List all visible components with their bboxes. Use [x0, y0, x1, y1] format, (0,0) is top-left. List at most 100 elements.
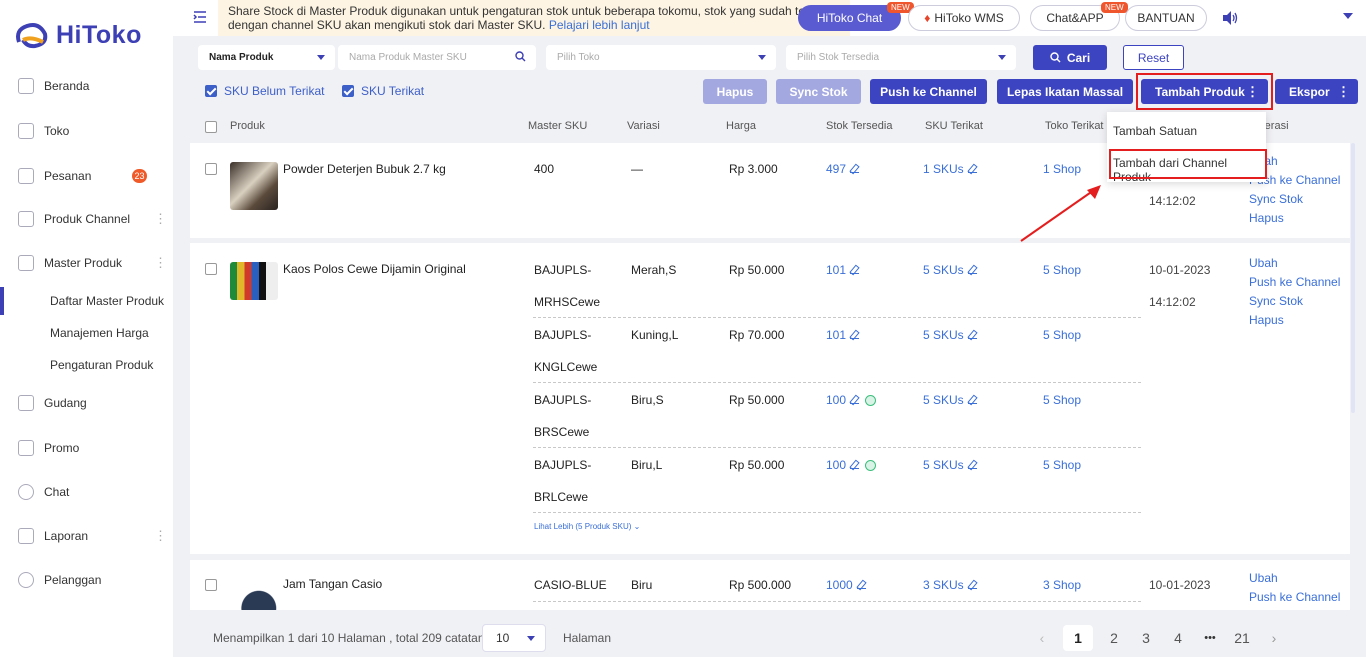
stok-tersedia[interactable]: 101 — [826, 328, 860, 342]
product-name[interactable]: Jam Tangan Casio — [283, 577, 382, 591]
sync-icon[interactable] — [865, 395, 877, 407]
lihat-lebih-link[interactable]: Lihat Lebih (5 Produk SKU) ⌄ — [534, 522, 640, 531]
product-name[interactable]: Powder Deterjen Bubuk 2.7 kg — [283, 162, 446, 176]
edit-icon[interactable] — [850, 330, 860, 339]
stok-tersedia[interactable]: 497 — [826, 162, 860, 176]
page-ellipsis[interactable]: ••• — [1195, 625, 1225, 651]
sync-icon[interactable] — [865, 460, 877, 472]
select-all-checkbox[interactable] — [205, 121, 217, 133]
hapus-link[interactable]: Hapus — [1249, 211, 1340, 225]
product-image[interactable] — [230, 577, 278, 610]
push-channel-link[interactable]: Push ke Channel — [1249, 590, 1340, 604]
ubah-link[interactable]: Ubah — [1249, 571, 1340, 585]
product-image[interactable] — [230, 162, 278, 210]
next-page-icon[interactable]: › — [1259, 625, 1289, 651]
sidebar-item-pelanggan[interactable]: Pelanggan — [0, 565, 173, 595]
sidebar-item-gudang[interactable]: Gudang — [0, 388, 173, 418]
toko-terikat[interactable]: 5 Shop — [1043, 263, 1081, 277]
row-checkbox[interactable] — [205, 579, 217, 591]
filter-bound-checkbox[interactable]: SKU Terikat — [342, 84, 424, 98]
edit-icon[interactable] — [967, 330, 977, 339]
sidebar-item-label: Produk Channel — [44, 212, 131, 226]
sidebar-item-laporan[interactable]: Laporan ⋮ — [0, 521, 173, 551]
edit-icon[interactable] — [850, 265, 860, 274]
ekspor-button[interactable]: Ekspor ⋮ — [1275, 79, 1358, 104]
sku-terikat[interactable]: 5 SKUs — [923, 263, 977, 277]
sync-stok-link[interactable]: Sync Stok — [1249, 294, 1340, 308]
sku-terikat[interactable]: 5 SKUs — [923, 458, 977, 472]
stok-tersedia[interactable]: 1000 — [826, 578, 866, 592]
edit-icon[interactable] — [967, 265, 977, 274]
hitoko-chat-button[interactable]: HiToko Chat NEW — [798, 2, 914, 31]
vertical-scrollbar[interactable] — [1351, 143, 1355, 413]
sidebar-item-pesanan[interactable]: Pesanan 23 — [0, 161, 173, 191]
page-2[interactable]: 2 — [1099, 625, 1129, 651]
hapus-link[interactable]: Hapus — [1249, 313, 1340, 327]
edit-icon[interactable] — [967, 395, 977, 404]
stock-select[interactable]: Pilih Stok Tersedia — [786, 45, 1016, 70]
tambah-satuan-option[interactable]: Tambah Satuan — [1113, 124, 1197, 138]
sidebar-item-toko[interactable]: Toko — [0, 116, 173, 146]
search-input[interactable]: Nama Produk Master SKU — [338, 45, 536, 70]
page-1[interactable]: 1 — [1063, 625, 1093, 651]
sku-terikat[interactable]: 3 SKUs — [923, 578, 977, 592]
product-name[interactable]: Kaos Polos Cewe Dijamin Original — [283, 262, 466, 276]
hapus-button[interactable]: Hapus — [703, 79, 767, 104]
hitoko-logo[interactable]: HiToko — [13, 18, 142, 52]
chat-app-button[interactable]: Chat&APP NEW — [1030, 2, 1128, 31]
stok-tersedia[interactable]: 100 — [826, 393, 877, 407]
page-4[interactable]: 4 — [1163, 625, 1193, 651]
edit-icon[interactable] — [967, 164, 977, 173]
ubah-link[interactable]: Ubah — [1249, 256, 1340, 270]
shop-select[interactable]: Pilih Toko — [546, 45, 776, 70]
sidebar-item-produk-channel[interactable]: Produk Channel ⋮ — [0, 204, 173, 234]
lepas-ikatan-button[interactable]: Lepas Ikatan Massal — [997, 79, 1133, 104]
product-image[interactable] — [230, 262, 278, 300]
sidebar-sub-pengaturan-produk[interactable]: Pengaturan Produk — [0, 351, 173, 379]
page-21[interactable]: 21 — [1227, 625, 1257, 651]
sku-terikat[interactable]: 5 SKUs — [923, 393, 977, 407]
toko-terikat[interactable]: 3 Shop — [1043, 578, 1081, 592]
sidebar-item-promo[interactable]: Promo — [0, 433, 173, 463]
sidebar-sub-daftar-master-produk[interactable]: Daftar Master Produk — [0, 287, 173, 315]
bantuan-button[interactable]: BANTUAN — [1125, 5, 1207, 31]
reset-button[interactable]: Reset — [1123, 45, 1184, 70]
stok-value: 1000 — [826, 578, 853, 592]
edit-icon[interactable] — [967, 460, 977, 469]
toko-terikat[interactable]: 1 Shop — [1043, 162, 1081, 176]
push-channel-link[interactable]: Push ke Channel — [1249, 275, 1340, 289]
edit-icon[interactable] — [850, 395, 860, 404]
edit-icon[interactable] — [856, 580, 866, 589]
page-size-select[interactable]: 10 — [482, 624, 546, 652]
sidebar-item-label: Pelanggan — [44, 573, 102, 587]
speaker-icon[interactable] — [1221, 10, 1239, 29]
sidebar-item-beranda[interactable]: Beranda — [0, 71, 173, 101]
page-3[interactable]: 3 — [1131, 625, 1161, 651]
hitoko-wms-button[interactable]: ♦ HiToko WMS — [908, 5, 1020, 31]
edit-icon[interactable] — [850, 164, 860, 173]
toko-terikat[interactable]: 5 Shop — [1043, 328, 1081, 342]
toko-terikat[interactable]: 5 Shop — [1043, 393, 1081, 407]
search-button[interactable]: Cari — [1033, 45, 1107, 70]
filter-unbound-checkbox[interactable]: SKU Belum Terikat — [205, 84, 324, 98]
push-channel-button[interactable]: Push ke Channel — [870, 79, 987, 104]
banner-link[interactable]: Pelajari lebih lanjut — [549, 18, 650, 32]
edit-icon[interactable] — [850, 460, 860, 469]
edit-icon[interactable] — [967, 580, 977, 589]
toko-terikat[interactable]: 5 Shop — [1043, 458, 1081, 472]
account-chevron-down-icon[interactable] — [1343, 13, 1353, 19]
stok-tersedia[interactable]: 101 — [826, 263, 860, 277]
field-select[interactable]: Nama Produk — [198, 45, 335, 70]
menu-toggle-icon[interactable] — [193, 10, 207, 24]
sidebar-item-master-produk[interactable]: Master Produk ⋮ — [0, 248, 173, 278]
row-checkbox[interactable] — [205, 263, 217, 275]
row-checkbox[interactable] — [205, 163, 217, 175]
stok-tersedia[interactable]: 100 — [826, 458, 877, 472]
sync-stok-link[interactable]: Sync Stok — [1249, 192, 1340, 206]
sidebar-item-chat[interactable]: Chat — [0, 477, 173, 507]
sku-terikat[interactable]: 5 SKUs — [923, 328, 977, 342]
prev-page-icon[interactable]: ‹ — [1027, 625, 1057, 651]
sidebar-sub-manajemen-harga[interactable]: Manajemen Harga — [0, 319, 173, 347]
sku-terikat[interactable]: 1 SKUs — [923, 162, 977, 176]
sync-stok-button[interactable]: Sync Stok — [776, 79, 861, 104]
